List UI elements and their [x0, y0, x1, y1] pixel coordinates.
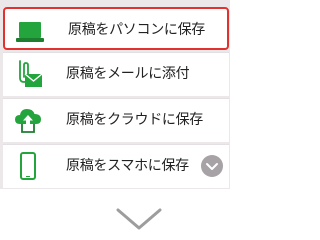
menu-item-label: 原稿をスマホに保存 [66, 158, 189, 174]
menu-item-label: 原稿をメールに添付 [66, 66, 190, 82]
chevron-down-circle-icon[interactable] [200, 154, 224, 178]
menu-item-save-to-cloud[interactable]: 原稿をクラウドに保存 [3, 99, 229, 142]
menu-item-label: 原稿をパソコンに保存 [68, 22, 205, 38]
save-options-menu: 原稿をパソコンに保存 原稿をメールに添付 原稿をクラウドに保存 原稿をスマホに保… [0, 0, 230, 189]
menu-item-save-to-smartphone[interactable]: 原稿をスマホに保存 [3, 145, 229, 188]
menu-item-label: 原稿をクラウドに保存 [66, 112, 203, 128]
menu-item-save-to-pc[interactable]: 原稿をパソコンに保存 [3, 7, 229, 50]
mail-attachment-icon [19, 60, 43, 87]
chevron-down-icon[interactable] [114, 206, 164, 232]
menu-item-attach-to-mail[interactable]: 原稿をメールに添付 [3, 53, 229, 96]
smartphone-icon [20, 152, 36, 180]
laptop-icon [16, 22, 44, 42]
cloud-upload-icon [15, 109, 41, 133]
